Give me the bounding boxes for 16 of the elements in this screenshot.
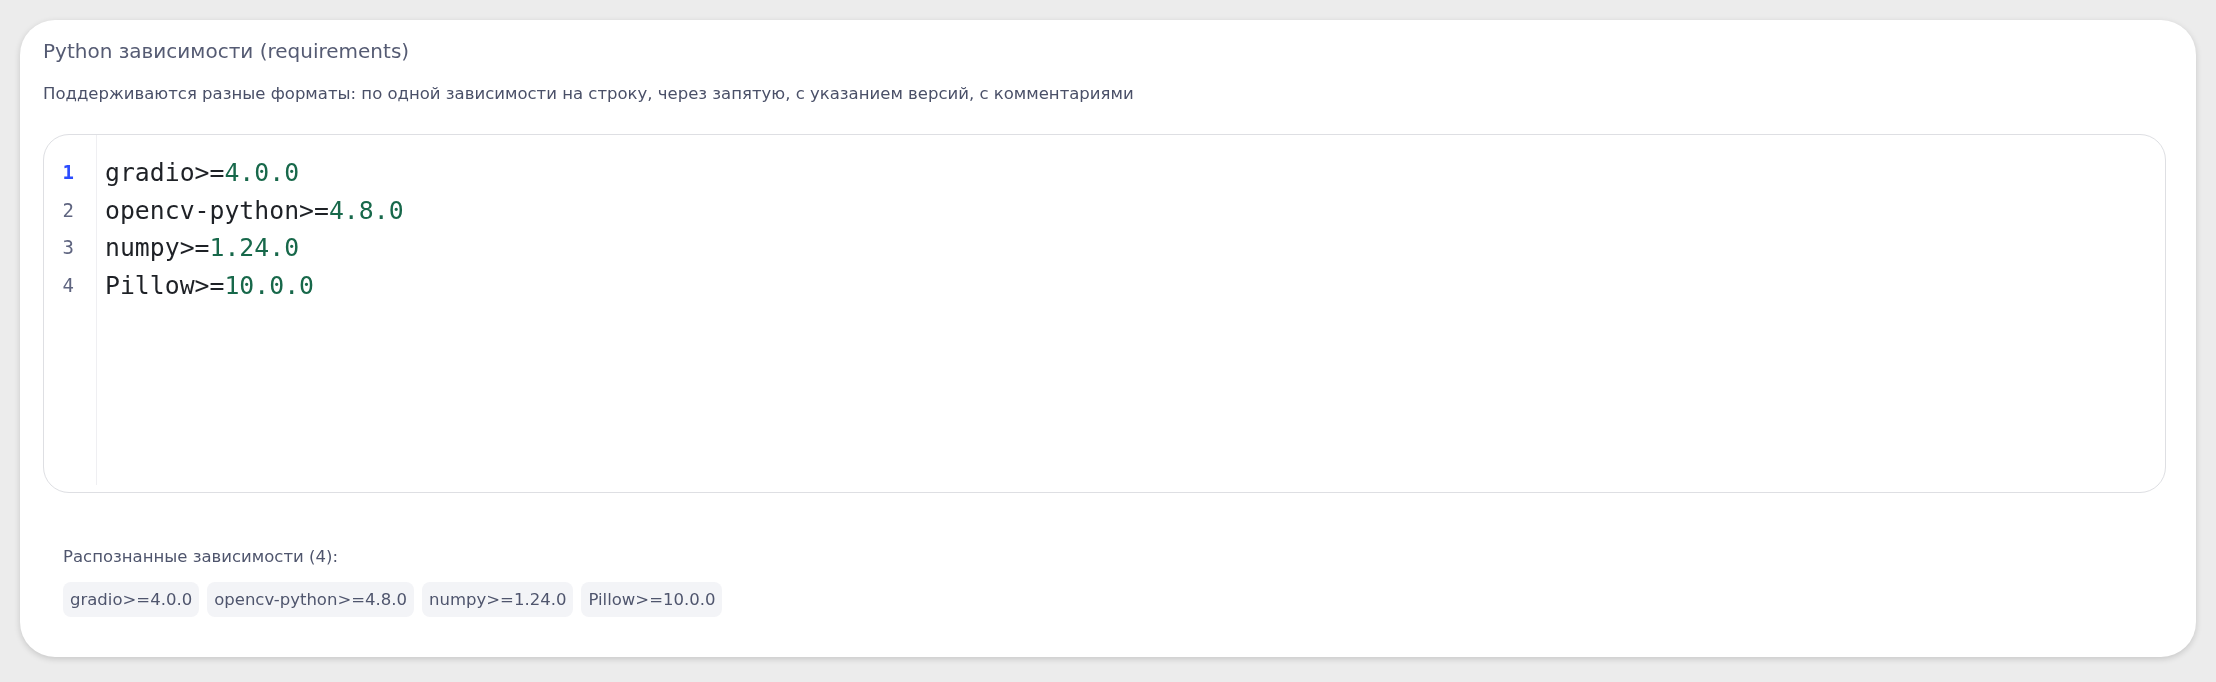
code-line: gradio>=4.0.0	[105, 157, 300, 189]
code-line: numpy>=1.24.0	[105, 232, 300, 265]
parsed-dependencies-label: Распознанные зависимости (4):	[63, 546, 338, 567]
code-line: opencv-python>=4.8.0	[105, 194, 404, 227]
panel-description: Поддерживаются разные форматы: по одной зависимости на строку, через запятую, с указанием версий, с комментариями	[43, 83, 1134, 104]
panel-title: Python зависимости (requirements)	[43, 38, 410, 65]
dependency-tag: numpy>=1.24.0	[422, 582, 574, 617]
line-number: 4	[62, 272, 74, 298]
code-line: Pillow>=10.0.0	[105, 269, 314, 302]
line-number: 2	[62, 197, 74, 223]
code-editor[interactable]: 1 2 3 4 gradio>=4.0.0 opencv-python>=4.8.0 numpy>=1.24.0 Pillow>=10.0.0	[43, 134, 2166, 493]
dependency-tag: opencv-python>=4.8.0	[207, 582, 415, 617]
line-number: 1	[62, 160, 74, 185]
line-number: 3	[62, 235, 74, 261]
dependency-tag: Pillow>=10.0.0	[581, 582, 723, 617]
dependency-tag: gradio>=4.0.0	[63, 582, 200, 617]
